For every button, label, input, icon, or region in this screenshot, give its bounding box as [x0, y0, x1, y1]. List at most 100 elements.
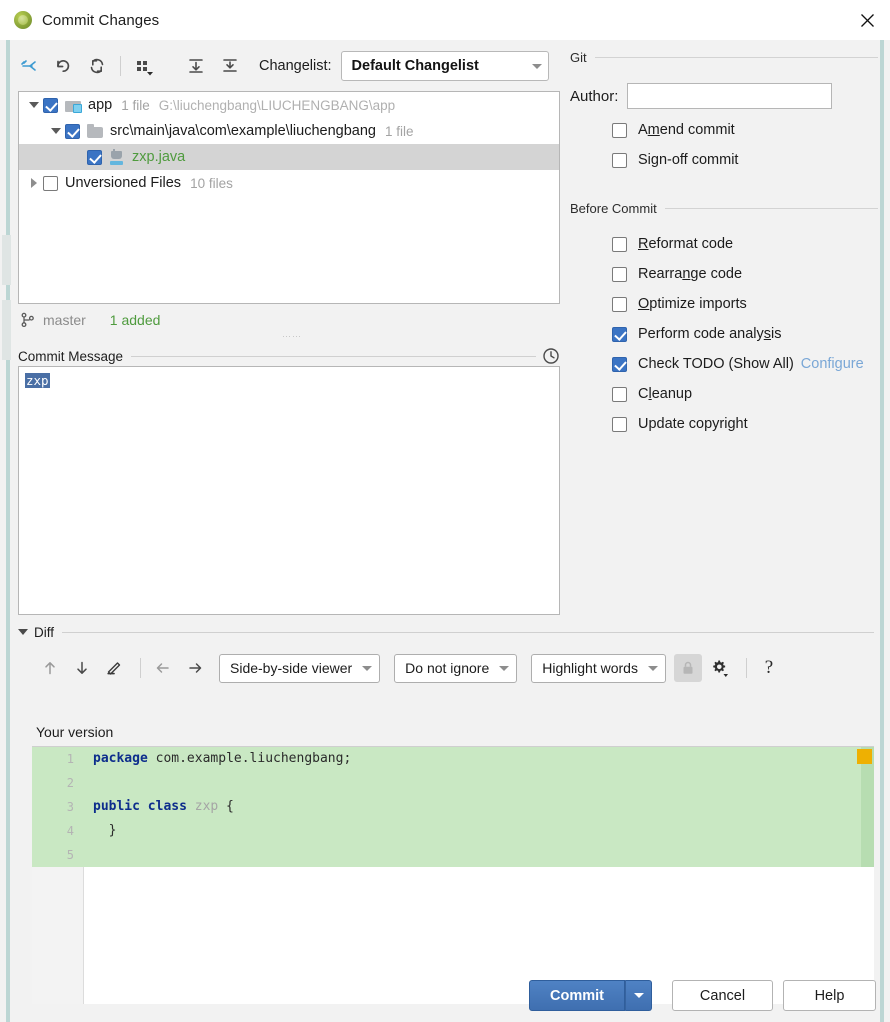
question-mark-icon[interactable]: ? [755, 654, 783, 682]
checkbox-update-copyright[interactable] [612, 416, 627, 432]
cancel-button[interactable]: Cancel [672, 980, 773, 1011]
ignore-mode-select[interactable]: Do not ignore [394, 653, 518, 683]
tree-row[interactable]: src\main\java\com\example\liuchengbang 1 … [19, 118, 559, 144]
commit-message-header: Commit Message [18, 346, 560, 366]
option-optimize-imports[interactable]: Optimize imports [570, 289, 878, 319]
move-to-another-changelist-icon[interactable] [14, 51, 44, 81]
arrow-down-icon[interactable] [68, 654, 96, 682]
chevron-right-icon[interactable] [25, 170, 43, 196]
option-label: Update copyright [638, 416, 748, 432]
splitter-handle-upper[interactable]: ⋯⋯ [272, 332, 312, 341]
option-label: Sign-off commit [638, 152, 739, 168]
lock-icon[interactable] [673, 654, 702, 682]
collapse-all-icon[interactable] [215, 51, 245, 81]
tree-row-checkbox[interactable] [87, 149, 102, 165]
changelist-select[interactable]: Default Changelist [340, 51, 549, 81]
diff-section-title: Diff [34, 624, 55, 640]
arrow-up-icon[interactable] [36, 654, 64, 682]
configure-link[interactable]: Configure [801, 356, 864, 372]
gear-icon[interactable] [706, 654, 734, 682]
checkbox-sign-off-commit[interactable] [612, 152, 627, 168]
before-commit-section-header: Before Commit [570, 199, 878, 217]
git-section-header: Git [570, 48, 878, 66]
help-button[interactable]: Help [783, 980, 876, 1011]
tree-row-file-count: 10 files [190, 175, 233, 191]
checkbox-amend-commit[interactable] [612, 122, 627, 138]
checkbox-optimize-imports[interactable] [612, 296, 627, 312]
toolbar-divider [140, 658, 141, 678]
changed-files-tree[interactable]: app 1 file G:\liuchengbang\LIUCHENGBANG\ap… [18, 91, 560, 304]
option-check-todo[interactable]: Check TODO (Show All) Configure [570, 349, 878, 379]
diff-section-header[interactable]: Diff [18, 622, 874, 642]
branch-name: master [43, 312, 86, 328]
option-update-copyright[interactable]: Update copyright [570, 409, 878, 439]
branch-status-row: master 1 added [20, 308, 560, 332]
code-token: com.example.liuchengbang; [147, 751, 352, 766]
author-field[interactable] [627, 83, 833, 109]
tree-row[interactable]: Unversioned Files 10 files [19, 170, 559, 196]
chevron-down-icon [531, 63, 542, 69]
commit-message-label: Commit Message [18, 348, 124, 364]
option-perform-code-analysis[interactable]: Perform code analysis [570, 319, 878, 349]
checkbox-reformat-code[interactable] [612, 236, 627, 252]
code-content[interactable]: package com.example.liuchengbang; public … [84, 747, 874, 1004]
intellij-idea-icon [14, 11, 32, 29]
code-token: { [218, 799, 234, 814]
section-divider [131, 355, 536, 357]
tree-row-checkbox[interactable] [43, 175, 58, 191]
commit-message-text: zxp [25, 373, 50, 388]
ignore-mode-value: Do not ignore [405, 660, 490, 676]
diff-toolbar: Side-by-side viewer Do not ignore Highli… [18, 648, 874, 688]
window-titlebar: Commit Changes [0, 0, 890, 40]
clock-history-icon[interactable] [542, 347, 560, 365]
line-number: 2 [66, 776, 74, 790]
option-amend-commit[interactable]: Amend commit [570, 115, 878, 145]
commit-dropdown-button[interactable] [625, 980, 652, 1011]
highlight-mode-select[interactable]: Highlight words [531, 653, 666, 683]
close-icon[interactable] [844, 0, 890, 40]
tree-row[interactable]: app 1 file G:\liuchengbang\LIUCHENGBANG\ap… [19, 92, 559, 118]
tree-row-checkbox[interactable] [65, 123, 80, 139]
commit-message-input[interactable]: zxp [18, 366, 560, 615]
tree-row-file-count: 1 file [121, 97, 150, 113]
author-row: Author: [570, 83, 878, 109]
checkbox-perform-code-analysis[interactable] [612, 326, 627, 342]
git-section-title: Git [570, 49, 587, 65]
checkbox-cleanup[interactable] [612, 386, 627, 402]
option-cleanup[interactable]: Cleanup [570, 379, 878, 409]
arrow-left-icon[interactable] [149, 654, 177, 682]
checkbox-check-todo[interactable] [612, 356, 627, 372]
diff-code-viewer[interactable]: 12345 package com.example.liuchengbang; p… [32, 746, 874, 1004]
option-sign-off-commit[interactable]: Sign-off commit [570, 145, 878, 175]
arrow-right-icon[interactable] [181, 654, 209, 682]
changelist-label: Changelist: [259, 58, 332, 74]
group-by-icon[interactable] [129, 51, 159, 81]
author-label: Author: [570, 87, 619, 105]
chevron-down-icon[interactable] [25, 92, 43, 118]
tree-row-name: src\main\java\com\example\liuchengbang [110, 123, 376, 139]
option-label: Optimize imports [638, 296, 747, 312]
option-label: Amend commit [638, 122, 735, 138]
dialog-footer: Commit Cancel Help [14, 968, 878, 1022]
viewer-mode-select[interactable]: Side-by-side viewer [219, 653, 381, 683]
commit-button[interactable]: Commit [529, 980, 625, 1011]
rollback-icon[interactable] [48, 51, 78, 81]
refresh-icon[interactable] [82, 51, 112, 81]
pencil-icon[interactable] [100, 654, 128, 682]
background-ide-right-edge [878, 40, 890, 1022]
diff-scrollbar[interactable] [861, 747, 874, 867]
option-reformat-code[interactable]: Reformat code [570, 229, 878, 259]
option-rearrange-code[interactable]: Rearrange code [570, 259, 878, 289]
commit-changes-dialog: Changelist: Default Changelist app 1 file… [14, 40, 878, 1022]
tree-row-name: Unversioned Files [65, 175, 182, 191]
tree-row[interactable]: zxp.java [19, 144, 559, 170]
tree-row-file-count: 1 file [384, 123, 414, 139]
chevron-down-icon[interactable] [47, 118, 65, 144]
code-token: public class [93, 799, 187, 814]
expand-all-icon[interactable] [181, 51, 211, 81]
chevron-down-icon [499, 665, 510, 671]
tree-row-checkbox[interactable] [43, 97, 58, 113]
checkbox-rearrange-code[interactable] [612, 266, 627, 282]
